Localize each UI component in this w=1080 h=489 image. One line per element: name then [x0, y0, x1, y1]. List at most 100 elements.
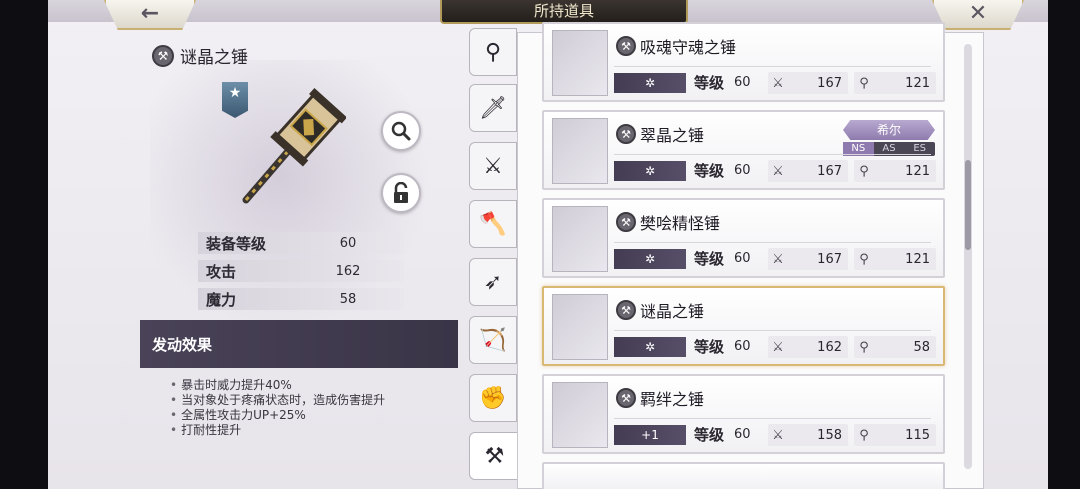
- slot-badge: ✲: [614, 73, 686, 93]
- level-label: 等级: [694, 162, 725, 180]
- magic-stat: ⚲ 115: [854, 424, 936, 446]
- close-button[interactable]: ✕: [932, 0, 1024, 30]
- tab-bow[interactable]: 🏹: [469, 316, 517, 364]
- magic-stat: ⚲ 58: [854, 336, 936, 358]
- item-name: ⚒ 谜晶之锤: [616, 298, 704, 322]
- item-name-text: 吸魂守魂之锤: [640, 38, 737, 57]
- attack-stat: ⚔ 167: [768, 160, 848, 182]
- magic-value: 121: [905, 251, 930, 267]
- tab-staff[interactable]: ⚲: [469, 28, 517, 76]
- attack-stat: ⚔ 162: [768, 336, 848, 358]
- divider: [614, 418, 931, 419]
- attack-stat: ⚔ 167: [768, 248, 848, 270]
- lock-icon: [394, 182, 408, 203]
- magic-stat: ⚲ 121: [854, 160, 936, 182]
- item-thumbnail: [552, 118, 608, 184]
- list-scrollbar[interactable]: [964, 44, 972, 469]
- lock-button[interactable]: [381, 173, 421, 213]
- divider: [614, 66, 931, 67]
- level-label: 等级: [694, 250, 725, 268]
- item-name-text: 樊哙精怪锤: [640, 214, 721, 233]
- hammer-illustration: [242, 88, 346, 204]
- item-name: ⚒ 羁绊之锤: [616, 386, 704, 410]
- magic-value: 115: [905, 427, 930, 443]
- list-item[interactable]: ⚒ 吸魂守魂之锤 ✲ 等级 60 ⚔ 167 ⚲ 121: [542, 22, 945, 102]
- right-letterbox: [1048, 0, 1080, 489]
- hammer-type-icon: ⚒: [616, 300, 636, 320]
- axe-icon: 🪓: [479, 211, 507, 237]
- attack-value: 167: [817, 251, 842, 267]
- level-value: 60: [734, 163, 751, 178]
- detail-item-name-text: 谜晶之锤: [180, 48, 248, 68]
- fist-icon: ✊: [479, 385, 507, 411]
- item-name-text: 谜晶之锤: [640, 302, 705, 321]
- list-scroll-thumb[interactable]: [965, 160, 971, 250]
- effect-item: 打耐性提升: [170, 423, 385, 438]
- tab-hammer[interactable]: ⚒: [469, 432, 519, 480]
- attack-stat: ⚔ 167: [768, 72, 848, 94]
- item-thumbnail: [552, 206, 608, 272]
- staff-stat-icon: ⚲: [859, 339, 869, 355]
- staff-stat-icon: ⚲: [859, 251, 869, 267]
- magnifier-icon: [391, 121, 411, 141]
- zoom-button[interactable]: [381, 111, 421, 151]
- level-label: 等级: [694, 426, 725, 444]
- level-value: 60: [734, 75, 751, 90]
- staff-stat-icon: ⚲: [859, 75, 869, 91]
- sword-icon: 🗡: [479, 95, 507, 121]
- effect-header: 发动效果: [140, 320, 458, 368]
- magic-value: 121: [905, 75, 930, 91]
- sword-stat-icon: ⚔: [772, 251, 784, 267]
- hammer-icon: ⚒: [484, 443, 505, 469]
- list-item[interactable]: ⚒ 翠晶之锤 希尔 NS AS ES ✲ 等级 60 ⚔ 167 ⚲ 121: [542, 110, 945, 190]
- list-item-selected[interactable]: ⚒ 谜晶之锤 ✲ 等级 60 ⚔ 162 ⚲ 58: [542, 286, 945, 366]
- staff-stat-icon: ⚲: [859, 427, 869, 443]
- katana-icon: ⚔: [483, 153, 503, 179]
- slot-badge: +1: [614, 425, 686, 445]
- back-button[interactable]: ←: [104, 0, 196, 30]
- level-value: 60: [734, 339, 751, 354]
- attack-stat: ⚔ 158: [768, 424, 848, 446]
- left-letterbox: [0, 0, 48, 489]
- list-item[interactable]: ⚒ 羁绊之锤 +1 等级 60 ⚔ 158 ⚲ 115: [542, 374, 945, 454]
- stat-row-magic: 魔力 58: [198, 288, 404, 310]
- effect-item: 当对象处于疼痛状态时，造成伤害提升: [170, 393, 385, 408]
- stat-row-level: 装备等级 60: [198, 232, 404, 254]
- character-name: 希尔: [843, 120, 935, 140]
- tab-sword[interactable]: 🗡: [469, 84, 517, 132]
- magic-stat: ⚲ 121: [854, 72, 936, 94]
- magic-stat: ⚲ 121: [854, 248, 936, 270]
- character-tag: 希尔 NS AS ES: [843, 120, 935, 156]
- sword-stat-icon: ⚔: [772, 163, 784, 179]
- hammer-type-icon: ⚒: [152, 44, 174, 67]
- list-item[interactable]: [542, 462, 945, 489]
- item-name-text: 翠晶之锤: [640, 126, 705, 145]
- stat-label: 魔力: [206, 290, 237, 309]
- item-thumbnail: [552, 294, 608, 360]
- level-value: 60: [734, 427, 751, 442]
- hammer-type-icon: ⚒: [616, 124, 636, 144]
- item-name: ⚒ 樊哙精怪锤: [616, 210, 720, 234]
- tab-axe[interactable]: 🪓: [469, 200, 517, 248]
- slot-badge: ✲: [614, 337, 686, 357]
- attack-value: 167: [817, 75, 842, 91]
- stat-row-attack: 攻击 162: [198, 260, 404, 282]
- item-thumbnail: [552, 30, 608, 96]
- level-label: 等级: [694, 338, 725, 356]
- stat-label: 攻击: [206, 262, 237, 281]
- effect-item: 暴击时威力提升40%: [170, 378, 385, 393]
- item-name: ⚒ 翠晶之锤: [616, 122, 704, 146]
- staff-icon: ⚲: [484, 39, 502, 65]
- tab-katana[interactable]: ⚔: [469, 142, 517, 190]
- list-item[interactable]: ⚒ 樊哙精怪锤 ✲ 等级 60 ⚔ 167 ⚲ 121: [542, 198, 945, 278]
- stat-value: 60: [339, 235, 357, 251]
- divider: [614, 330, 931, 331]
- magic-value: 58: [913, 339, 930, 355]
- slot-badge: ✲: [614, 249, 686, 269]
- tab-spear[interactable]: ➶: [469, 258, 517, 306]
- bow-icon: 🏹: [479, 327, 507, 353]
- stat-label: 装备等级: [206, 234, 267, 253]
- effect-item: 全属性攻击力UP+25%: [170, 408, 385, 423]
- sword-stat-icon: ⚔: [772, 427, 784, 443]
- tab-fist[interactable]: ✊: [469, 374, 517, 422]
